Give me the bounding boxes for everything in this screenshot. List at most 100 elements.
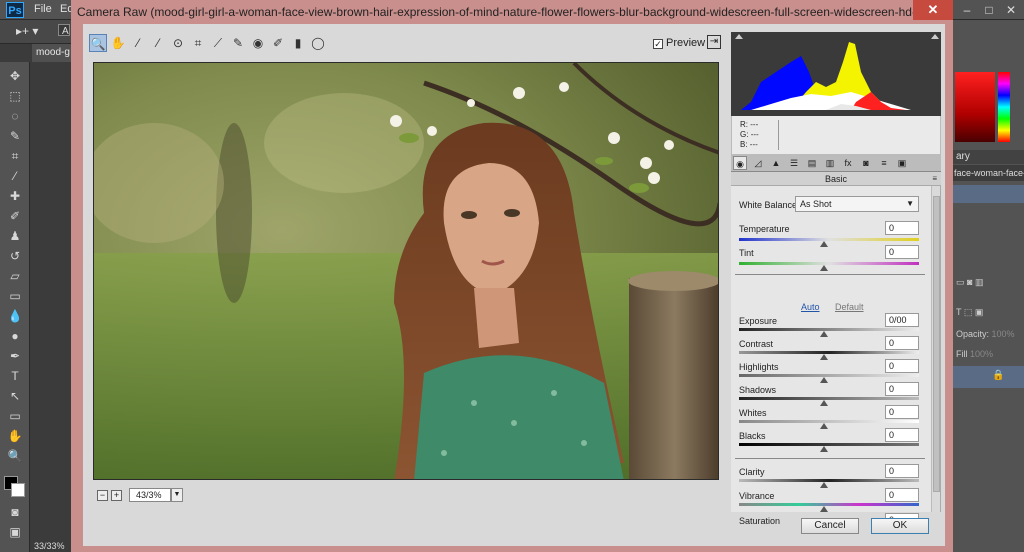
dialog-close-button[interactable]: ✕ xyxy=(913,0,953,20)
crop-icon[interactable]: ⌗ xyxy=(189,34,207,52)
contrast-track[interactable] xyxy=(739,351,919,354)
tab-presets-icon[interactable]: ≡ xyxy=(877,156,891,170)
highlights-slider[interactable] xyxy=(820,377,828,383)
clarity-value[interactable]: 0 xyxy=(885,464,919,478)
clarity-track[interactable] xyxy=(739,479,919,482)
eyedropper-tool-icon[interactable]: ⁄ xyxy=(6,168,24,184)
highlights-value[interactable]: 0 xyxy=(885,359,919,373)
tab-split-toning-icon[interactable]: ▤ xyxy=(805,156,819,170)
straighten-icon[interactable]: ⟋ xyxy=(209,34,227,52)
highlights-track[interactable] xyxy=(739,374,919,377)
clarity-slider[interactable] xyxy=(820,482,828,488)
quick-mask-icon[interactable]: ◙ xyxy=(6,504,24,520)
minimize-icon[interactable]: – xyxy=(956,0,978,20)
pen-tool-icon[interactable]: ✒ xyxy=(6,348,24,364)
path-select-icon[interactable]: ↖ xyxy=(6,388,24,404)
tab-camera-icon[interactable]: ◙ xyxy=(859,156,873,170)
opacity-row[interactable]: Opacity: 100% xyxy=(950,326,1024,342)
fill-value[interactable]: 100% xyxy=(970,349,993,359)
shadows-track[interactable] xyxy=(739,397,919,400)
move-tool-option-icon[interactable]: ▸+ ▾ xyxy=(16,24,38,38)
zoom-icon[interactable]: 🔍 xyxy=(89,34,107,52)
scrollbar-thumb[interactable] xyxy=(933,196,940,492)
tab-hsl-icon[interactable]: ☰ xyxy=(787,156,801,170)
vibrance-value[interactable]: 0 xyxy=(885,488,919,502)
zoom-out-button[interactable]: − xyxy=(97,490,108,501)
hand-icon[interactable]: ✋ xyxy=(109,34,127,52)
stamp-tool-icon[interactable]: ♟ xyxy=(6,228,24,244)
gradient-tool-icon[interactable]: ▭ xyxy=(6,288,24,304)
tab-detail-icon[interactable]: ▲ xyxy=(769,156,783,170)
color-picker-field[interactable] xyxy=(955,72,995,142)
menu-file[interactable]: File xyxy=(34,3,52,15)
blacks-slider[interactable] xyxy=(820,446,828,452)
zoom-in-button[interactable]: + xyxy=(111,490,122,501)
lasso-tool-icon[interactable]: ◌ xyxy=(6,108,24,124)
white-balance-icon[interactable]: ⁄ xyxy=(129,34,147,52)
whites-track[interactable] xyxy=(739,420,919,423)
target-adjust-icon[interactable]: ⊙ xyxy=(169,34,187,52)
auto-link[interactable]: Auto xyxy=(801,302,820,312)
cancel-button[interactable]: Cancel xyxy=(801,518,859,534)
healing-tool-icon[interactable]: ✚ xyxy=(6,188,24,204)
tint-track[interactable] xyxy=(739,262,919,265)
image-preview[interactable] xyxy=(93,62,719,480)
close-app-icon[interactable]: ✕ xyxy=(1000,0,1022,20)
history-brush-icon[interactable]: ↺ xyxy=(6,248,24,264)
exposure-track[interactable] xyxy=(739,328,919,331)
vibrance-track[interactable] xyxy=(739,503,919,506)
blacks-value[interactable]: 0 xyxy=(885,428,919,442)
zoom-dropdown-icon[interactable]: ▼ xyxy=(171,488,183,502)
shadows-slider[interactable] xyxy=(820,400,828,406)
screen-mode-icon[interactable]: ▣ xyxy=(6,524,24,540)
shadow-clipping-icon[interactable] xyxy=(735,34,743,39)
brush-tool-icon[interactable]: ✐ xyxy=(6,208,24,224)
shadows-value[interactable]: 0 xyxy=(885,382,919,396)
layer-row-selected[interactable]: 🔒 xyxy=(950,366,1024,388)
fullscreen-icon[interactable]: ⇥ xyxy=(707,35,721,49)
tint-value[interactable]: 0 xyxy=(885,245,919,259)
red-eye-icon[interactable]: ◉ xyxy=(249,34,267,52)
history-actions-icons[interactable]: ▭ ◙ ▥ xyxy=(950,274,1024,290)
blur-tool-icon[interactable]: 💧 xyxy=(6,308,24,324)
history-panel-tab[interactable]: ary xyxy=(950,150,1024,164)
temperature-value[interactable]: 0 xyxy=(885,221,919,235)
type-tool-icon[interactable]: T xyxy=(6,368,24,384)
move-tool-icon[interactable]: ✥ xyxy=(6,68,24,84)
document-tab[interactable]: mood-g xyxy=(32,44,72,62)
maximize-icon[interactable]: □ xyxy=(978,0,1000,20)
dodge-tool-icon[interactable]: ● xyxy=(6,328,24,344)
history-item-selected[interactable] xyxy=(950,185,1024,203)
marquee-tool-icon[interactable]: ⬚ xyxy=(6,88,24,104)
fill-row[interactable]: Fill 100% xyxy=(950,346,1024,362)
adjustment-brush-icon[interactable]: ✐ xyxy=(269,34,287,52)
zoom-level-field[interactable]: 43/3% xyxy=(129,488,171,502)
layer-filter-icons[interactable]: T ⬚ ▣ xyxy=(950,304,1024,320)
whites-slider[interactable] xyxy=(820,423,828,429)
whites-value[interactable]: 0 xyxy=(885,405,919,419)
background-color-swatch[interactable] xyxy=(11,483,25,497)
tint-slider[interactable] xyxy=(820,265,828,271)
contrast-slider[interactable] xyxy=(820,354,828,360)
blacks-track[interactable] xyxy=(739,443,919,446)
contrast-value[interactable]: 0 xyxy=(885,336,919,350)
quick-select-tool-icon[interactable]: ✎ xyxy=(6,128,24,144)
exposure-slider[interactable] xyxy=(820,331,828,337)
eraser-tool-icon[interactable]: ▱ xyxy=(6,268,24,284)
history-item[interactable]: face-woman-face-vi... xyxy=(950,165,1024,181)
graduated-filter-icon[interactable]: ▮ xyxy=(289,34,307,52)
highlight-clipping-icon[interactable] xyxy=(931,34,939,39)
exposure-value[interactable]: 0/00 xyxy=(885,313,919,327)
vibrance-slider[interactable] xyxy=(820,506,828,512)
tab-basic-icon[interactable]: ◉ xyxy=(733,156,747,170)
tab-snapshots-icon[interactable]: ▣ xyxy=(895,156,909,170)
preview-checkbox[interactable]: ✓ Preview xyxy=(653,37,705,49)
tab-lens-icon[interactable]: ▥ xyxy=(823,156,837,170)
spot-removal-icon[interactable]: ✎ xyxy=(229,34,247,52)
hand-tool-icon[interactable]: ✋ xyxy=(6,428,24,444)
color-sampler-icon[interactable]: ⁄ xyxy=(149,34,167,52)
white-balance-select[interactable]: As Shot ▼ xyxy=(795,196,919,212)
panel-scrollbar[interactable] xyxy=(931,186,940,512)
default-link[interactable]: Default xyxy=(835,302,864,312)
tab-tone-curve-icon[interactable]: ◿ xyxy=(751,156,765,170)
